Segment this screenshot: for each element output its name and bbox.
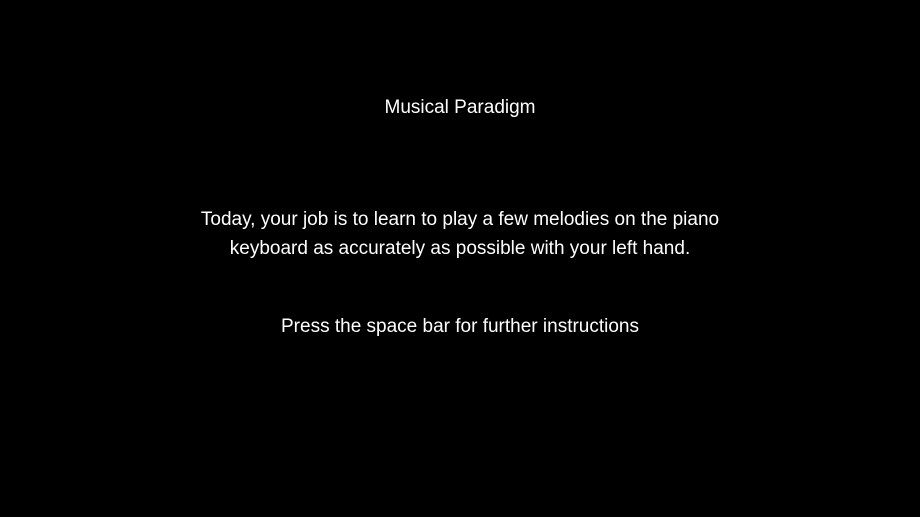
continue-prompt: Press the space bar for further instruct… (281, 316, 639, 337)
instruction-screen: Musical Paradigm Today, your job is to l… (0, 0, 920, 517)
instruction-line-2: keyboard as accurately as possible with … (229, 238, 691, 259)
screen-title: Musical Paradigm (384, 97, 536, 118)
instruction-line-1: Today, your job is to learn to play a fe… (200, 209, 720, 230)
instruction-text: Today, your job is to learn to play a fe… (0, 205, 920, 263)
